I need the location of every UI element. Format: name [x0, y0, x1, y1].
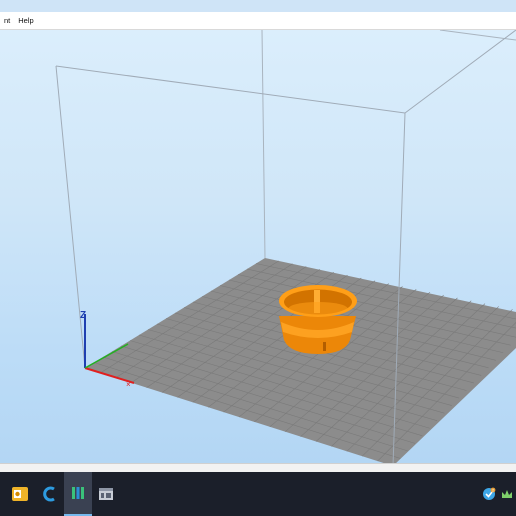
photos-icon [99, 488, 113, 500]
volume-edge-top-front [55, 65, 406, 114]
menu-bar: nt Help [0, 12, 516, 30]
menu-item-partial[interactable]: nt [0, 12, 14, 29]
taskbar-app-c[interactable] [36, 472, 64, 516]
scene-svg: Z × [55, 30, 516, 463]
model-object[interactable] [279, 285, 357, 354]
axis-x-mark: × [126, 380, 131, 389]
cura-c-icon [43, 486, 55, 502]
outlook-icon [12, 487, 28, 501]
menu-item-help[interactable]: Help [14, 12, 37, 29]
windows-taskbar: 2 [0, 472, 516, 516]
taskbar-app-outlook[interactable] [6, 472, 34, 516]
volume-edge-front-left [55, 65, 86, 369]
model-inner-floor [288, 302, 348, 316]
crown-icon[interactable] [500, 487, 514, 501]
volume-edge-back-vertical [261, 30, 266, 259]
model-slot [323, 342, 326, 351]
axis-z-label: Z [80, 310, 86, 321]
svg-text:2: 2 [492, 488, 494, 492]
update-badge-icon[interactable]: 2 [482, 487, 496, 501]
taskbar-app-photos[interactable] [92, 472, 120, 516]
system-tray: 2 [482, 472, 516, 516]
cura-slicer-icon [72, 487, 84, 499]
taskbar-app-slicer[interactable] [64, 472, 92, 516]
volume-edge-top-right [404, 30, 516, 114]
3d-viewport[interactable]: Z × [0, 30, 516, 463]
